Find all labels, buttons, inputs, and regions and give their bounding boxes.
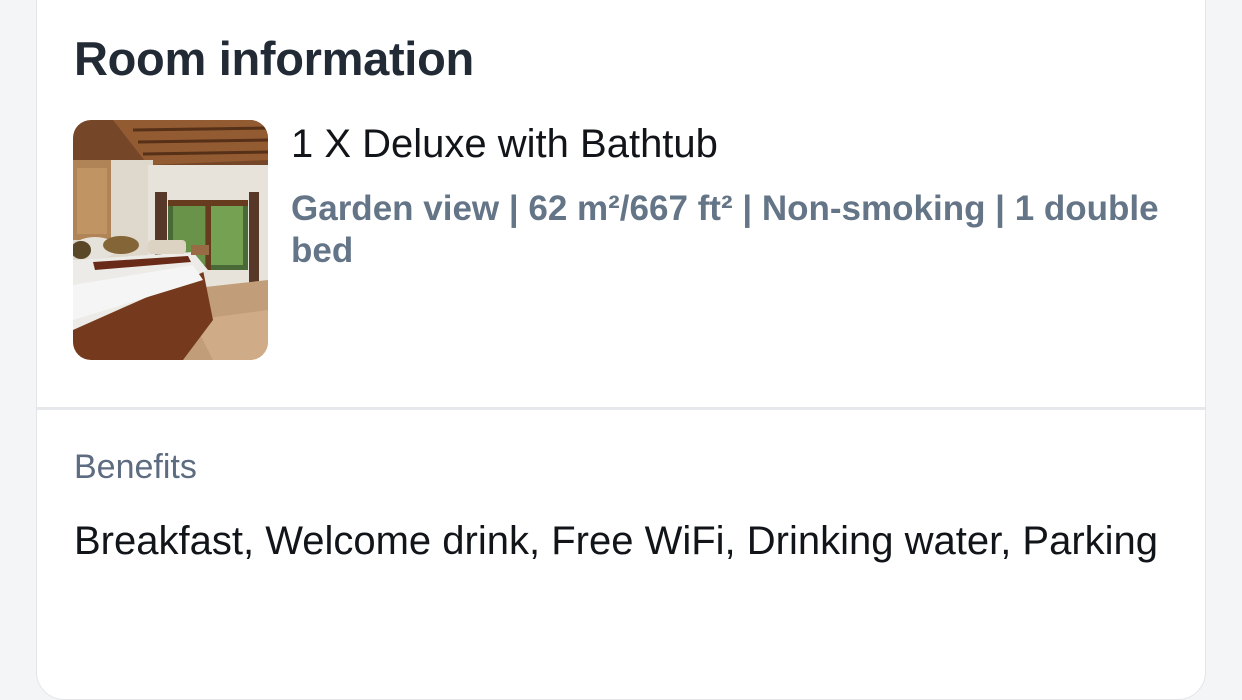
room-name: 1 X Deluxe with Bathtub <box>291 122 718 166</box>
room-information-card: Room information 1 X Deluxe with Bathtub… <box>36 0 1206 700</box>
room-photo-image <box>73 120 268 360</box>
benefits-label: Benefits <box>74 448 197 486</box>
room-details: Garden view | 62 m²/667 ft² | Non-smokin… <box>291 189 1159 270</box>
benefits-list: Breakfast, Welcome drink, Free WiFi, Dri… <box>74 519 1159 563</box>
section-divider <box>37 407 1205 410</box>
section-title: Room information <box>74 32 474 85</box>
room-photo[interactable] <box>73 120 268 360</box>
